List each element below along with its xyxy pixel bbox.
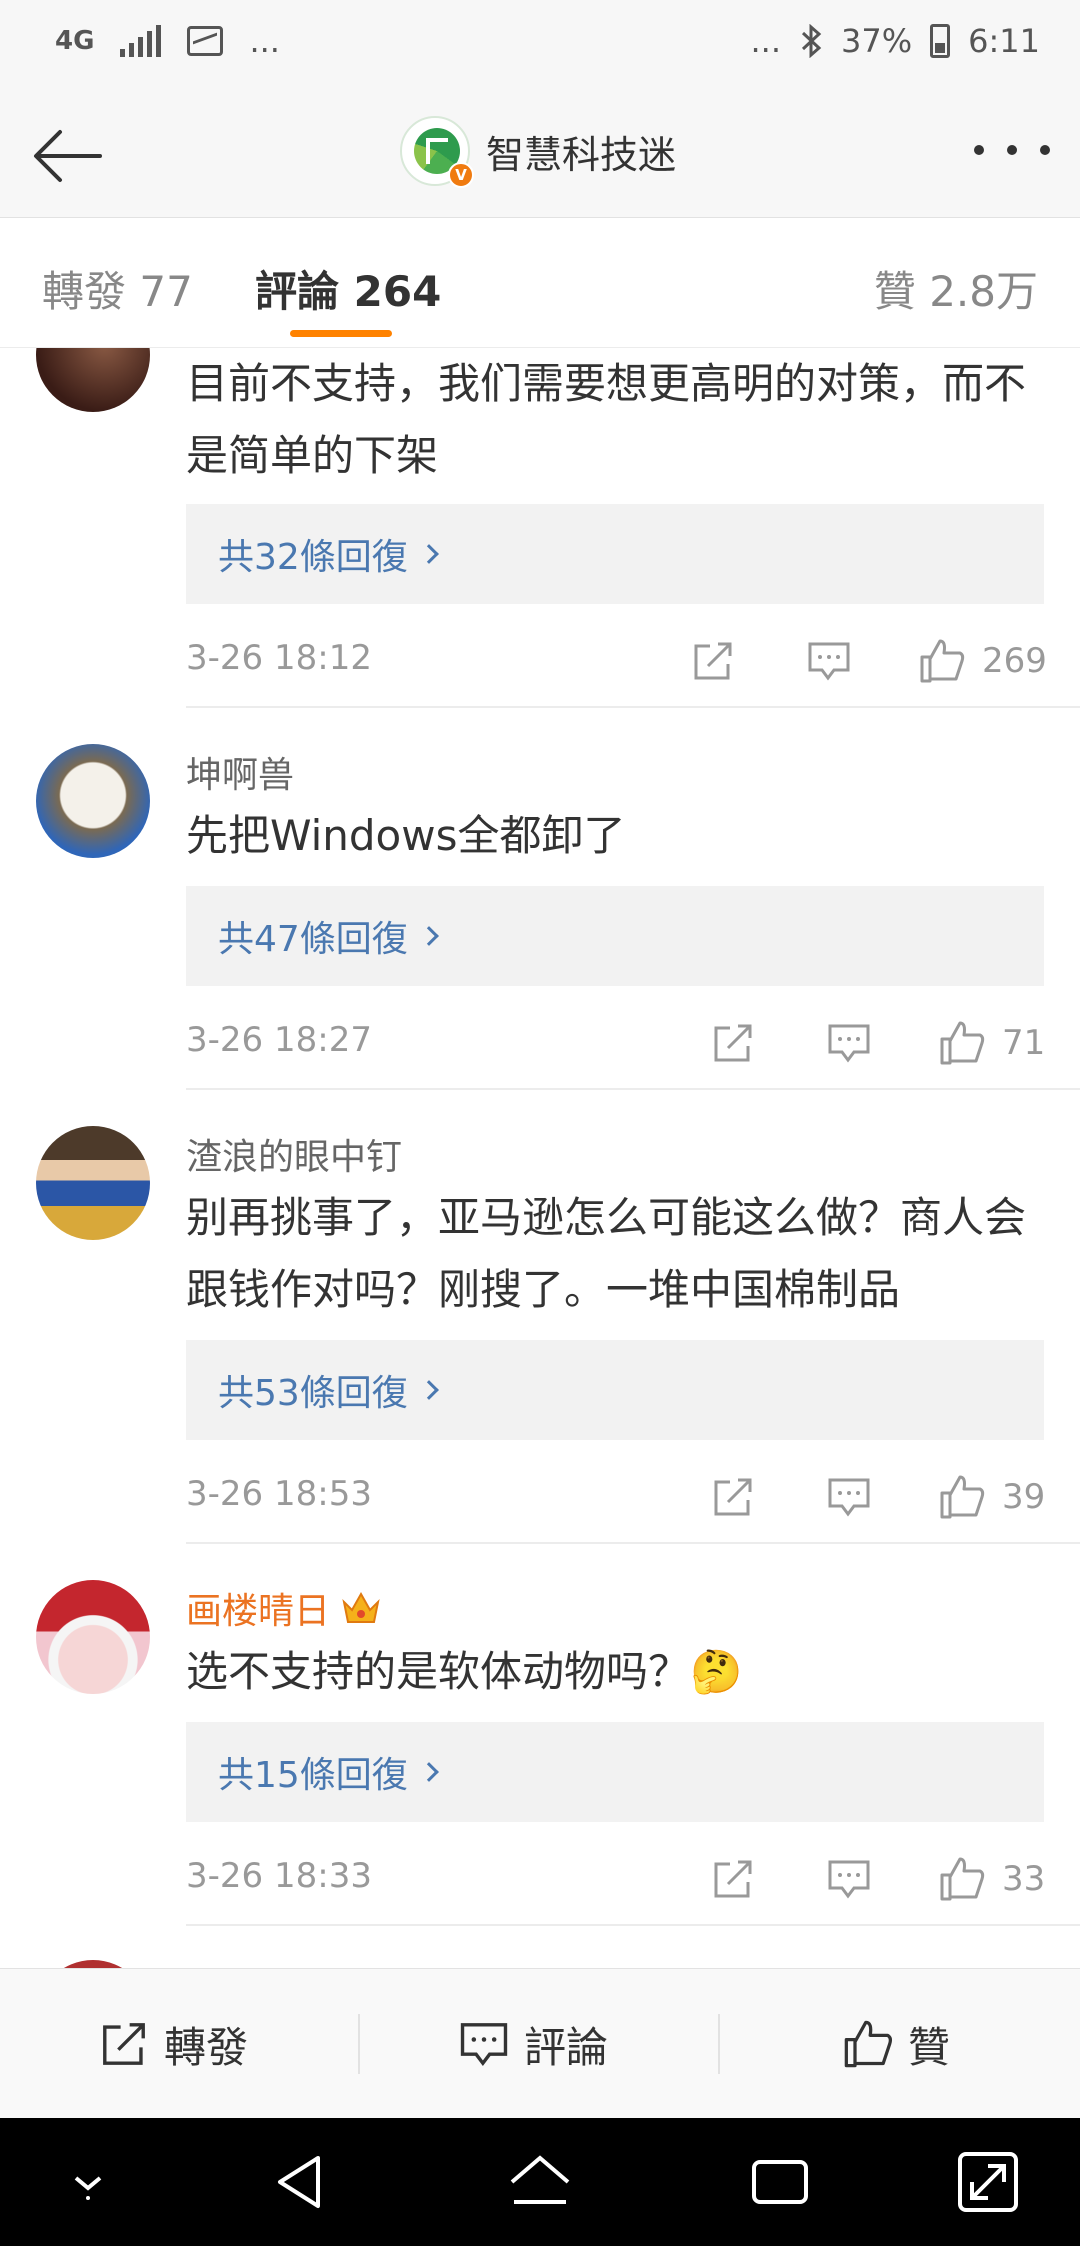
tab-comments[interactable]: 評論 264 [255,258,441,319]
comment-icon[interactable] [806,636,852,686]
like-button[interactable]: 71 [938,1018,1045,1068]
view-replies-button[interactable]: 共15條回復 [186,1722,1044,1822]
verified-badge: V [448,162,474,188]
comment-time: 3-26 18:53 [186,1474,372,1514]
username[interactable]: 坤啊兽 [186,746,294,798]
comment-item: 坤啊兽 先把Windows全都卸了 共47條回復 3-26 18:27 71 [0,708,1080,1090]
like-button[interactable]: 33 [938,1854,1045,1904]
thumbs-up-icon [844,2020,893,2068]
forward-button[interactable]: 轉發 [98,1969,248,2119]
tab-bar: 轉發 77 評論 264 贊 2.8万 [0,218,1080,348]
view-replies-button[interactable]: 共53條回復 [186,1340,1044,1440]
comment-icon[interactable] [826,1472,872,1522]
replies-count: 共32條回復 [218,537,408,578]
chevron-right-icon [418,544,439,564]
more-notifications: ... [249,22,280,60]
user-avatar[interactable] [36,744,150,858]
user-avatar[interactable] [36,1580,150,1694]
thumbs-up-icon [940,1021,985,1065]
like-button[interactable]: 269 [918,636,1047,686]
username-text: 画楼晴日 [186,1591,331,1632]
thumbs-up-icon [920,639,965,683]
repost-icon[interactable] [710,1472,756,1522]
chevron-right-icon [418,926,439,946]
comment-text: 别再挑事了，亚马逊怎么可能这么做？商人会跟钱作对吗？刚搜了。一堆中国棉制品 [186,1193,1027,1314]
comment-time: 3-26 18:33 [186,1856,372,1896]
comment-icon[interactable] [826,1854,872,1904]
comment-time: 3-26 18:27 [186,1020,372,1060]
comment-item: 目前不支持，我们需要想更高明的对策，而不是简单的下架 共32條回復 3-26 1… [0,348,1080,708]
status-bar: 4G ... ... 37% 6:11 [0,0,1080,90]
chevron-right-icon [418,1762,439,1782]
comment-icon [460,2023,508,2067]
toolbar-divider [718,2014,720,2074]
comment-text: 先把Windows全都卸了 [186,811,626,860]
comment-label: 評論 [524,2022,609,2072]
signal-icon [120,25,162,57]
page-title: 智慧科技迷 [486,132,677,177]
battery-icon [930,24,951,58]
chevron-down-icon[interactable] [48,2142,128,2222]
view-replies-button[interactable]: 共32條回復 [186,504,1044,604]
active-tab-indicator [290,330,392,337]
divider [186,1924,1080,1926]
bluetooth-icon [801,24,822,58]
arrow-left-icon[interactable] [28,116,108,196]
username[interactable]: 渣浪的眼中钉 [186,1128,402,1180]
view-replies-button[interactable]: 共47條回復 [186,886,1044,986]
repost-icon[interactable] [710,1018,756,1068]
comment-text: 目前不支持，我们需要想更高明的对策，而不是简单的下架 [186,359,1027,480]
network-indicator: 4G [55,26,95,56]
user-avatar[interactable] [36,1960,150,1968]
weibo-comments-page: 4G ... ... 37% 6:11 V 智慧科技迷 轉發 77 評論 264… [0,0,1080,2246]
comment-icon[interactable] [826,1018,872,1068]
account-avatar[interactable]: V [400,116,474,188]
comment-item: 渣浪的眼中钉 别再挑事了，亚马逊怎么可能这么做？商人会跟钱作对吗？刚搜了。一堆中… [0,1090,1080,1544]
user-avatar[interactable] [36,348,150,412]
clock: 6:11 [968,22,1040,60]
image-notification-icon [187,26,224,56]
tab-likes[interactable]: 贊 2.8万 [874,258,1038,319]
like-count: 33 [1002,1859,1046,1899]
like-count: 269 [982,641,1047,681]
like-label: 贊 [908,2022,951,2072]
repost-icon[interactable] [690,636,736,686]
forward-label: 轉發 [164,2022,249,2072]
vip-crown-icon [342,1591,380,1623]
comment-button[interactable]: 評論 [458,1969,608,2119]
comment-list[interactable]: 目前不支持，我们需要想更高明的对策，而不是简单的下架 共32條回復 3-26 1… [0,348,1080,1968]
expand-screen-icon[interactable] [948,2142,1028,2222]
user-avatar[interactable] [36,1126,150,1240]
recent-apps-icon[interactable] [740,2142,820,2222]
replies-count: 共47條回復 [218,919,408,960]
comment-time: 3-26 18:12 [186,638,372,678]
toolbar-divider [358,2014,360,2074]
account-title[interactable]: V 智慧科技迷 [400,116,677,188]
bottom-action-bar: 轉發 評論 贊 [0,1968,1080,2118]
replies-count: 共15條回復 [218,1755,408,1796]
comment-text: 选不支持的是软体动物吗？🤔 [186,1647,743,1696]
battery-percent: 37% [841,22,913,60]
thumbs-up-icon [940,1475,985,1519]
more-dots-icon[interactable] [974,130,1050,170]
repost-icon[interactable] [710,1854,756,1904]
like-count: 71 [1002,1023,1046,1063]
username[interactable]: 画楼晴日 [186,1582,382,1634]
like-post-button[interactable]: 贊 [842,1969,950,2119]
tab-forward[interactable]: 轉發 77 [42,258,193,319]
comment-item: 画楼晴日 选不支持的是软体动物吗？🤔 共15條回復 3-26 18:33 33 [0,1544,1080,1926]
replies-count: 共53條回復 [218,1373,408,1414]
system-navigation-bar [0,2118,1080,2246]
like-button[interactable]: 39 [938,1472,1045,1522]
repost-icon [103,2023,145,2065]
like-count: 39 [1002,1477,1046,1517]
chevron-right-icon [418,1380,439,1400]
top-header: V 智慧科技迷 [0,90,1080,218]
thumbs-up-icon [940,1857,985,1901]
home-icon[interactable] [500,2142,580,2222]
back-triangle-icon[interactable] [262,2142,342,2222]
status-more: ... [750,22,782,60]
